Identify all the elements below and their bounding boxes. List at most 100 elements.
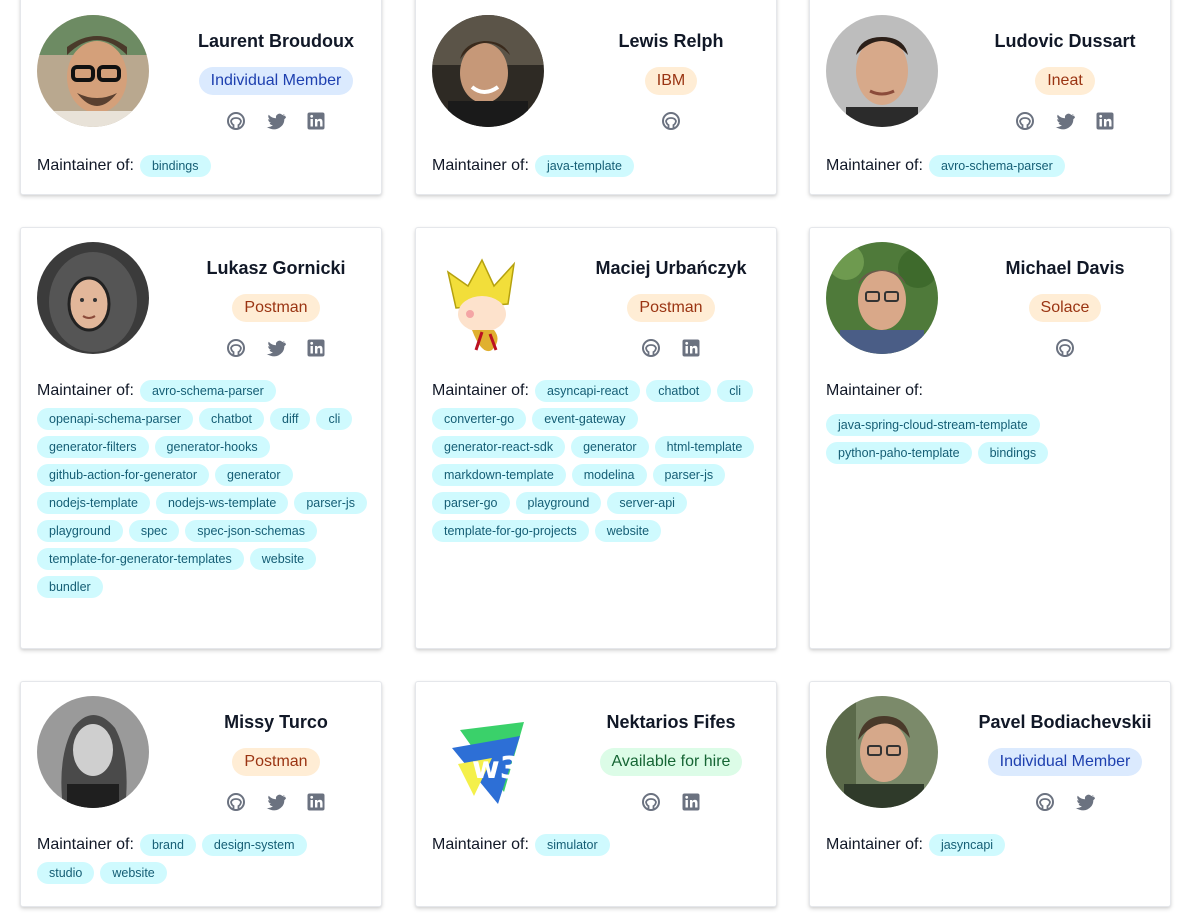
repo-chip[interactable]: generator — [571, 436, 649, 458]
repo-chip[interactable]: event-gateway — [532, 408, 638, 430]
svg-text:w3: w3 — [472, 751, 521, 786]
github-icon[interactable] — [226, 338, 246, 358]
member-name: Pavel Bodiachevskii — [978, 712, 1152, 732]
avatar — [432, 242, 544, 354]
repo-chip[interactable]: markdown-template — [432, 464, 566, 486]
repo-chip[interactable]: server-api — [607, 492, 687, 514]
repo-chip[interactable]: spec-json-schemas — [185, 520, 317, 542]
repo-chip[interactable]: avro-schema-parser — [928, 155, 1065, 177]
repo-chip[interactable]: nodejs-ws-template — [155, 492, 289, 514]
repo-chip[interactable]: website — [594, 520, 662, 542]
avatar — [826, 242, 938, 354]
repo-chip[interactable]: jasyncapi — [928, 834, 1006, 856]
organization-badge: Ineat — [1035, 67, 1095, 95]
linkedin-icon[interactable] — [1095, 111, 1115, 131]
avatar — [432, 15, 544, 127]
repo-chip[interactable]: modelina — [571, 464, 647, 486]
github-icon[interactable] — [661, 111, 681, 131]
profile-card: Ludovic Dussart Ineat Maintainer of: avr… — [809, 0, 1171, 195]
maintainer-label: Maintainer of: — [37, 382, 134, 399]
repo-chip[interactable]: generator-hooks — [154, 436, 270, 458]
profile-card: Lukasz Gornicki Postman Maintainer of: a… — [20, 227, 382, 649]
repo-chip[interactable]: converter-go — [432, 408, 527, 430]
github-icon[interactable] — [641, 338, 661, 358]
linkedin-icon[interactable] — [306, 792, 326, 812]
repo-chip[interactable]: chatbot — [646, 380, 712, 402]
member-name: Nektarios Fifes — [606, 712, 736, 732]
avatar — [37, 15, 149, 127]
avatar — [826, 696, 938, 808]
repo-chip[interactable]: bindings — [977, 442, 1049, 464]
repo-chip[interactable]: playground — [37, 520, 123, 542]
organization-badge: Postman — [627, 294, 715, 322]
profile-card: Maciej Urbańczyk Postman Maintainer of: … — [415, 227, 777, 649]
repo-chip[interactable]: template-for-go-projects — [432, 520, 589, 542]
repo-chip[interactable]: generator — [215, 464, 293, 486]
member-name: Lukasz Gornicki — [206, 258, 346, 278]
repo-chip[interactable]: design-system — [201, 834, 307, 856]
maintainer-label: Maintainer of: — [432, 382, 529, 399]
twitter-icon[interactable] — [266, 338, 286, 358]
repo-chip[interactable]: bindings — [139, 155, 211, 177]
organization-badge: Individual Member — [198, 67, 354, 95]
organization-badge: Individual Member — [987, 748, 1143, 776]
repo-chip[interactable]: asyncapi-react — [534, 380, 641, 402]
member-name: Lewis Relph — [618, 31, 724, 51]
repo-chip[interactable]: nodejs-template — [37, 492, 150, 514]
organization-badge: Postman — [232, 748, 320, 776]
github-icon[interactable] — [641, 792, 661, 812]
avatar — [826, 15, 938, 127]
repo-chip[interactable]: parser-go — [432, 492, 510, 514]
github-icon[interactable] — [226, 792, 246, 812]
repo-chip[interactable]: openapi-schema-parser — [37, 408, 194, 430]
maintainer-label: Maintainer of: — [37, 157, 134, 174]
repo-chip[interactable]: studio — [37, 862, 95, 884]
repo-chip[interactable]: cli — [316, 408, 353, 430]
repo-chip[interactable]: avro-schema-parser — [139, 380, 276, 402]
repo-chip[interactable]: parser-js — [652, 464, 726, 486]
maintainer-label: Maintainer of: — [432, 836, 529, 853]
repo-chip[interactable]: bundler — [37, 576, 103, 598]
maintainer-label: Maintainer of: — [826, 157, 923, 174]
github-icon[interactable] — [226, 111, 246, 131]
twitter-icon[interactable] — [1055, 111, 1075, 131]
repo-chip[interactable]: html-template — [654, 436, 755, 458]
repo-chip[interactable]: brand — [139, 834, 196, 856]
repo-chip[interactable]: java-spring-cloud-stream-template — [826, 414, 1040, 436]
repo-chip[interactable]: spec — [128, 520, 180, 542]
repo-chip[interactable]: website — [249, 548, 317, 570]
github-icon[interactable] — [1035, 792, 1055, 812]
repo-chip[interactable]: template-for-generator-templates — [37, 548, 244, 570]
member-name: Missy Turco — [224, 712, 328, 732]
repo-chip[interactable]: chatbot — [199, 408, 265, 430]
profile-card: Michael Davis Solace Maintainer of: java… — [809, 227, 1171, 649]
avatar — [37, 242, 149, 354]
twitter-icon[interactable] — [1075, 792, 1095, 812]
linkedin-icon[interactable] — [681, 338, 701, 358]
repo-chip[interactable]: github-action-for-generator — [37, 464, 209, 486]
profile-card: Laurent Broudoux Individual Member Maint… — [20, 0, 382, 195]
repo-chip[interactable]: parser-js — [294, 492, 367, 514]
repo-chip[interactable]: website — [100, 862, 167, 884]
repo-chip[interactable]: cli — [717, 380, 754, 402]
repo-chip[interactable]: generator-filters — [37, 436, 149, 458]
github-icon[interactable] — [1015, 111, 1035, 131]
profile-card: w3 Nektarios Fifes Available for hire Ma… — [415, 681, 777, 907]
github-icon[interactable] — [1055, 338, 1075, 358]
repo-chip[interactable]: simulator — [534, 834, 610, 856]
organization-badge: IBM — [644, 67, 698, 95]
repo-chip[interactable]: playground — [515, 492, 602, 514]
linkedin-icon[interactable] — [681, 792, 701, 812]
profile-card: Lewis Relph IBM Maintainer of: java-temp… — [415, 0, 777, 195]
twitter-icon[interactable] — [266, 792, 286, 812]
avatar — [37, 696, 149, 808]
twitter-icon[interactable] — [266, 111, 286, 131]
repo-chip[interactable]: diff — [270, 408, 311, 430]
linkedin-icon[interactable] — [306, 338, 326, 358]
maintainer-label: Maintainer of: — [432, 157, 529, 174]
repo-chip[interactable]: generator-react-sdk — [432, 436, 566, 458]
repo-chip[interactable]: java-template — [534, 155, 634, 177]
maintainer-label: Maintainer of: — [37, 836, 134, 853]
repo-chip[interactable]: python-paho-template — [826, 442, 972, 464]
linkedin-icon[interactable] — [306, 111, 326, 131]
